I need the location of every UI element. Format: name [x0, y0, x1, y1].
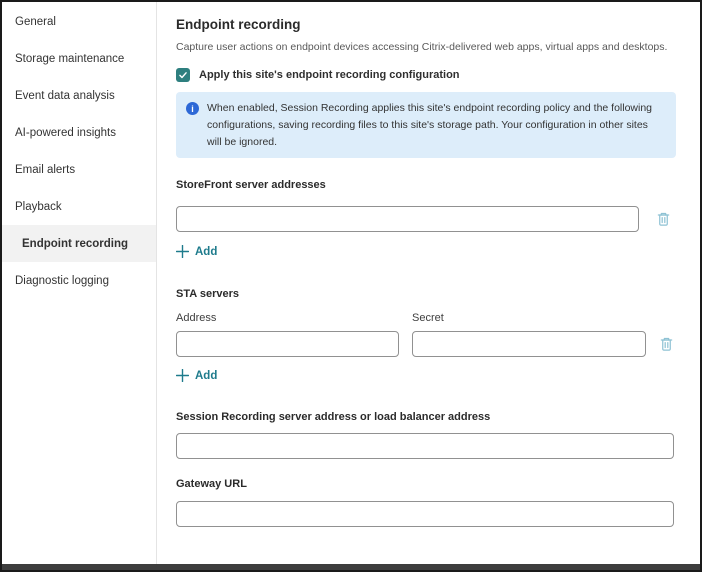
sidebar-item-endpoint-recording[interactable]: Endpoint recording	[2, 225, 156, 262]
plus-icon	[176, 369, 189, 382]
page-title: Endpoint recording	[176, 17, 700, 32]
sidebar-item-email-alerts[interactable]: Email alerts	[2, 151, 156, 188]
sta-secret-column: Secret	[412, 312, 646, 357]
storefront-label: StoreFront server addresses	[176, 179, 700, 191]
settings-sidebar: General Storage maintenance Event data a…	[2, 2, 157, 564]
sidebar-item-diagnostic-logging[interactable]: Diagnostic logging	[2, 262, 156, 299]
sidebar-item-storage-maintenance[interactable]: Storage maintenance	[2, 40, 156, 77]
gateway-url-label: Gateway URL	[176, 478, 700, 490]
window-body: General Storage maintenance Event data a…	[2, 2, 700, 564]
check-icon	[178, 70, 188, 80]
sr-server-input[interactable]	[176, 433, 674, 459]
info-banner: i When enabled, Session Recording applie…	[176, 92, 676, 158]
trash-icon	[659, 336, 674, 352]
sidebar-item-event-data-analysis[interactable]: Event data analysis	[2, 77, 156, 114]
page-description: Capture user actions on endpoint devices…	[176, 41, 700, 53]
apply-config-checkbox[interactable]	[176, 68, 190, 82]
storefront-add-button[interactable]: Add	[176, 245, 217, 258]
info-banner-text: When enabled, Session Recording applies …	[207, 100, 662, 150]
sta-add-label: Add	[195, 370, 217, 382]
info-icon: i	[186, 102, 199, 115]
apply-config-row: Apply this site's endpoint recording con…	[176, 68, 700, 82]
storefront-add-label: Add	[195, 246, 217, 258]
gateway-url-input[interactable]	[176, 501, 674, 527]
sta-address-label: Address	[176, 312, 399, 324]
sta-servers-label: STA servers	[176, 288, 700, 300]
plus-icon	[176, 245, 189, 258]
sr-server-label: Session Recording server address or load…	[176, 411, 700, 423]
storefront-delete-button[interactable]	[656, 211, 671, 227]
storefront-address-input[interactable]	[176, 206, 639, 232]
sidebar-item-playback[interactable]: Playback	[2, 188, 156, 225]
sta-servers-row: Address Secret	[176, 312, 700, 357]
sidebar-item-general[interactable]: General	[2, 3, 156, 40]
sta-delete-button[interactable]	[659, 336, 674, 352]
sta-secret-input[interactable]	[412, 331, 646, 357]
sta-secret-label: Secret	[412, 312, 646, 324]
sta-add-button[interactable]: Add	[176, 369, 217, 382]
sidebar-item-ai-powered-insights[interactable]: AI-powered insights	[2, 114, 156, 151]
storefront-row	[176, 206, 700, 232]
trash-icon	[656, 211, 671, 227]
sta-address-input[interactable]	[176, 331, 399, 357]
apply-config-label: Apply this site's endpoint recording con…	[199, 69, 460, 81]
sta-address-column: Address	[176, 312, 399, 357]
window-bottom-edge	[2, 564, 700, 570]
endpoint-recording-panel: Endpoint recording Capture user actions …	[157, 2, 700, 564]
settings-window: General Storage maintenance Event data a…	[0, 0, 702, 572]
